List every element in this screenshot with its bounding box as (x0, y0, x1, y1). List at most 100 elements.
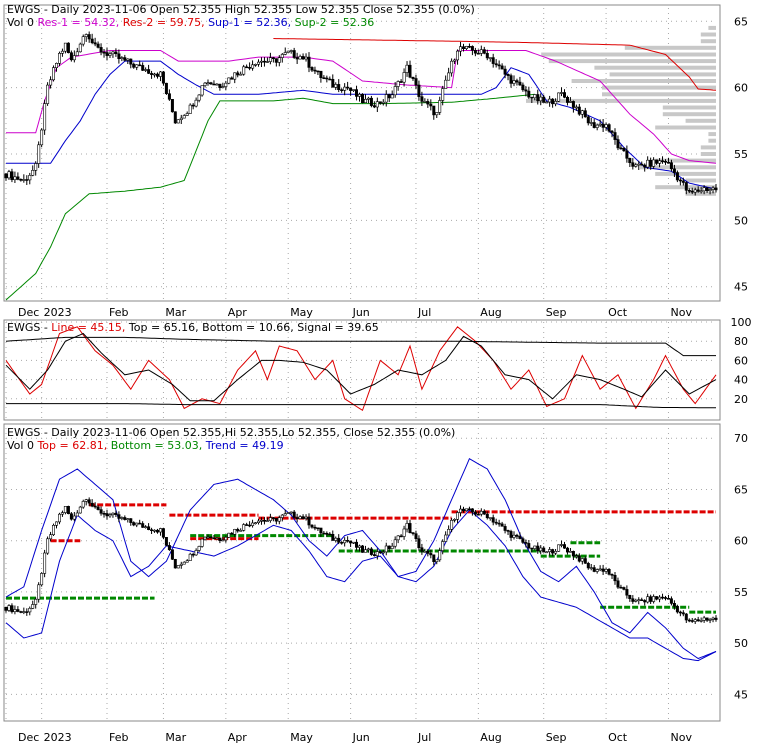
candle (384, 545, 388, 553)
candle (93, 505, 97, 508)
candle (179, 563, 183, 566)
candle (571, 550, 575, 557)
candle (711, 187, 715, 190)
candle (230, 532, 234, 535)
candle (666, 162, 670, 164)
candle (179, 117, 183, 120)
candle (298, 516, 302, 519)
candle (105, 52, 109, 56)
candle (592, 567, 596, 572)
candle (337, 537, 341, 543)
candle (521, 538, 525, 543)
candle (687, 619, 691, 622)
candle (164, 82, 168, 94)
candle (239, 529, 243, 532)
candle (672, 168, 676, 173)
candle (536, 94, 540, 102)
candle (132, 63, 136, 68)
volume-profile-bar (700, 39, 716, 44)
volume-profile-bar (700, 145, 716, 150)
trend-panel: 45 50 55 60 65 70 Dec 2023 Feb Mar Apr May Jun Jul Au… (3, 423, 748, 744)
candle (441, 88, 445, 101)
candle (259, 60, 263, 63)
candle (16, 176, 20, 180)
candle (402, 528, 406, 537)
candle (144, 69, 148, 71)
y-tick-label: 70 (734, 432, 748, 445)
candle (693, 189, 697, 193)
candle (491, 517, 495, 523)
candle (634, 599, 638, 602)
candle (28, 607, 32, 613)
candle (387, 545, 391, 550)
candle (66, 42, 70, 53)
price-panel-frame (3, 4, 721, 302)
candle (277, 57, 281, 63)
candle (464, 45, 468, 49)
candle (610, 573, 614, 576)
candle (7, 605, 11, 611)
candle (224, 536, 228, 541)
candle (384, 94, 388, 103)
legend-item: Line = 45.15, (51, 321, 125, 334)
candle (316, 70, 320, 73)
candle (420, 547, 424, 552)
candle (78, 506, 82, 514)
candle (690, 190, 694, 193)
candle (259, 519, 263, 522)
candle (554, 550, 558, 554)
candle (545, 551, 549, 554)
candle (705, 187, 709, 192)
candle (598, 123, 602, 126)
candle (72, 515, 76, 520)
candle (533, 545, 537, 549)
candle (381, 551, 385, 554)
candle (649, 159, 653, 167)
candle (453, 59, 457, 62)
candle (194, 99, 198, 107)
candle (634, 164, 638, 167)
candle (274, 58, 278, 63)
x-tick-label: Sep (546, 731, 567, 744)
candle (78, 43, 82, 53)
candle (236, 72, 240, 76)
candle (426, 550, 430, 554)
volume-profile-bar (594, 65, 716, 70)
candle (479, 49, 483, 54)
candle (75, 51, 79, 56)
x-tick-label: Oct (608, 306, 628, 319)
candle (224, 82, 228, 87)
candle (319, 527, 323, 534)
candle (25, 611, 29, 613)
candle (114, 512, 118, 515)
candle (619, 586, 623, 589)
candle (616, 580, 620, 588)
candle (108, 514, 112, 517)
candle (414, 78, 418, 86)
candle (191, 553, 195, 556)
candle (360, 94, 364, 104)
candle (93, 42, 97, 45)
candle (63, 505, 67, 513)
candle (708, 189, 712, 192)
candle (518, 81, 522, 86)
candle (708, 619, 712, 621)
candle (354, 89, 358, 97)
candle (262, 60, 266, 63)
y-tick-label: 45 (734, 281, 748, 294)
candle (265, 61, 269, 63)
candle (43, 552, 47, 574)
candle (212, 83, 216, 86)
candle (467, 508, 471, 511)
candle (331, 79, 335, 88)
candle (144, 526, 148, 529)
candle (268, 517, 272, 521)
candle (49, 79, 53, 86)
candle (90, 38, 94, 44)
candle (200, 538, 204, 547)
candle (488, 517, 492, 519)
candle (206, 82, 210, 84)
candle (622, 587, 626, 590)
candle (105, 513, 109, 517)
candle (319, 70, 323, 78)
